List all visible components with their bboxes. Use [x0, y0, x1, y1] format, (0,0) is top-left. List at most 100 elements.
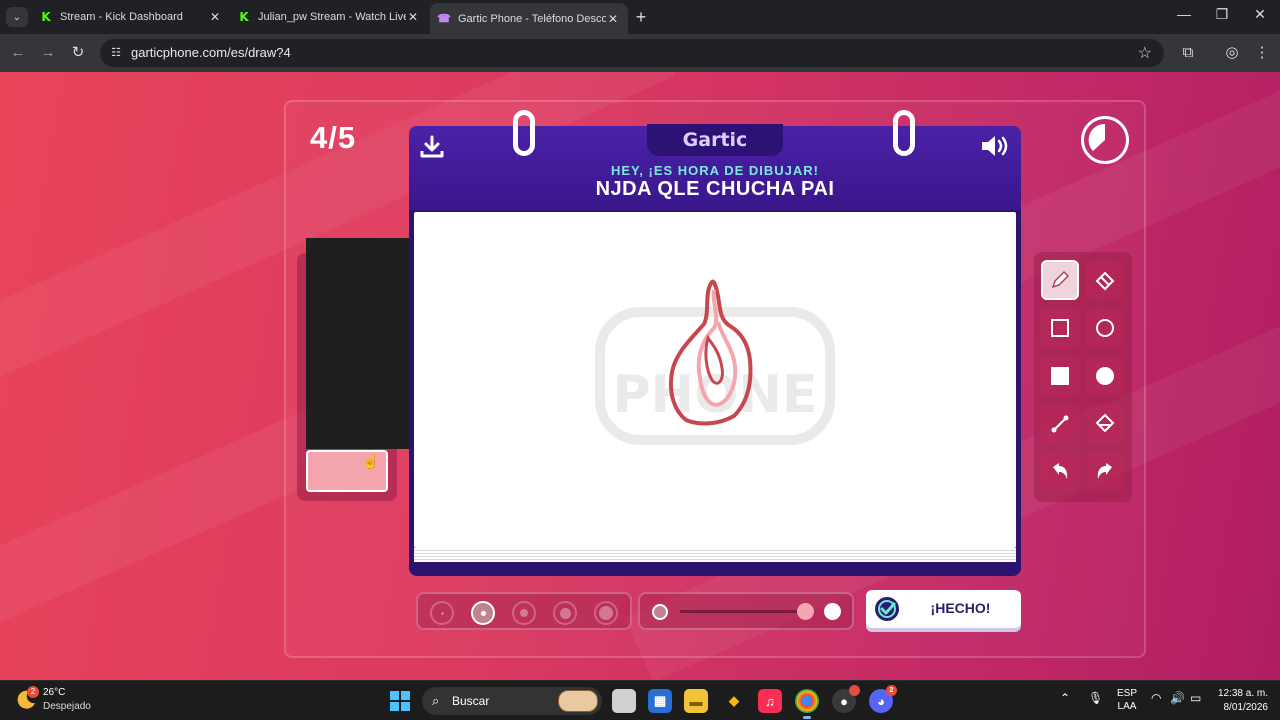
line-tool[interactable]	[1041, 404, 1079, 444]
music-icon[interactable]: ♫	[758, 689, 782, 713]
undo-tool[interactable]	[1041, 452, 1079, 492]
battery-icon[interactable]: ▭	[1190, 691, 1201, 705]
tray-overflow-icon[interactable]: ⌃	[1060, 691, 1070, 705]
redo-tool[interactable]	[1086, 452, 1124, 492]
close-icon[interactable]: ✕	[606, 12, 620, 26]
paper-stack	[414, 548, 1016, 562]
pencil-icon	[1051, 270, 1070, 289]
weather-badge: 2	[27, 686, 39, 698]
profile-icon[interactable]: ◎	[1222, 43, 1242, 63]
address-bar[interactable]: ☷ garticphone.com/es/draw?4 ☆	[100, 39, 1164, 67]
lang-primary: ESP	[1117, 688, 1138, 699]
tab-kick-dashboard[interactable]: K Stream - Kick Dashboard ✕	[32, 3, 230, 31]
wifi-icon[interactable]: ◠	[1151, 691, 1161, 705]
circle-outline-icon	[1096, 319, 1114, 337]
opacity-min-indicator	[652, 604, 668, 620]
done-label: ¡HECHO!	[930, 600, 991, 616]
eraser-tool[interactable]	[1086, 260, 1124, 300]
volume-icon[interactable]: 🔊	[1170, 691, 1185, 705]
pencil-tool[interactable]	[1041, 260, 1079, 300]
binder-ring	[513, 110, 535, 156]
opacity-slider[interactable]	[638, 592, 854, 630]
browser-toolbar: ← → ↻ ☷ garticphone.com/es/draw?4 ☆ ⧉ ◎ …	[0, 34, 1280, 72]
gartic-page: 4/5 ☝ Gartic HEY, ¡ES HORA DE DIBUJAR! N…	[0, 72, 1280, 680]
brush-size-2[interactable]	[471, 601, 495, 625]
gartic-logo: Gartic	[647, 124, 783, 156]
brush-size-4[interactable]	[553, 601, 577, 625]
ellipse-tool[interactable]	[1086, 308, 1124, 348]
microphone-icon[interactable]: 🎙	[1088, 691, 1103, 705]
svg-text:PHONE: PHONE	[613, 365, 818, 425]
draw-prompt: NJDA QLE CHUCHA PAI	[595, 178, 835, 200]
minimize-icon[interactable]: —	[1164, 6, 1204, 22]
check-badge-icon	[875, 597, 899, 621]
eraser-icon	[1095, 271, 1115, 291]
canvas-drawing: PHONE	[595, 279, 835, 445]
brush-size-3[interactable]	[512, 601, 536, 625]
forward-icon[interactable]: →	[38, 43, 58, 63]
line-icon	[1051, 415, 1069, 433]
windows-start-icon[interactable]	[390, 691, 410, 711]
brush-size-5[interactable]	[594, 601, 618, 625]
system-clock[interactable]: 12:38 a. m. 8/01/2026	[1212, 687, 1268, 715]
rectangle-tool[interactable]	[1041, 308, 1079, 348]
restore-icon[interactable]: ❐	[1202, 6, 1242, 23]
binance-icon[interactable]: ◆	[722, 689, 746, 713]
brush-size-selector	[416, 592, 632, 630]
notification-badge	[849, 685, 860, 696]
site-info-icon[interactable]: ☷	[108, 45, 124, 61]
menu-dots-icon[interactable]: ⋮	[1252, 43, 1272, 63]
url-text: garticphone.com/es/draw?4	[131, 45, 291, 60]
file-explorer-icon[interactable]: ▬	[684, 689, 708, 713]
drawing-board: Gartic HEY, ¡ES HORA DE DIBUJAR! NJDA QL…	[409, 110, 1021, 576]
chrome-icon[interactable]	[795, 689, 819, 719]
kick-icon: K	[41, 10, 51, 24]
back-icon[interactable]: ←	[8, 43, 28, 63]
clock-date: 8/01/2026	[1223, 702, 1269, 713]
new-tab-button[interactable]: +	[632, 8, 650, 26]
download-icon[interactable]	[419, 134, 445, 160]
brush-size-1[interactable]	[430, 601, 454, 625]
extensions-icon[interactable]: ⧉	[1178, 43, 1198, 63]
done-button[interactable]: ¡HECHO!	[866, 590, 1021, 628]
kick-icon: K	[239, 10, 249, 24]
binder-ring	[893, 110, 915, 156]
rectangle-outline-icon	[1051, 319, 1069, 337]
opacity-track[interactable]	[680, 610, 806, 613]
undo-icon	[1053, 463, 1068, 479]
weather-desc[interactable]: Despejado	[43, 701, 91, 712]
filled-rectangle-tool[interactable]	[1041, 356, 1079, 396]
close-icon[interactable]: ✕	[406, 10, 420, 24]
lang-secondary: LAA	[1117, 701, 1137, 712]
taskbar-search[interactable]: ⌕ Buscar	[422, 687, 602, 715]
discord-badge: 2	[886, 685, 897, 696]
language-indicator[interactable]: ESP LAA	[1117, 687, 1137, 713]
opacity-knob[interactable]	[797, 603, 814, 620]
tab-julian-stream[interactable]: K Julian_pw Stream - Watch Live o ✕	[230, 3, 428, 31]
tab-bar: ⌄ K Stream - Kick Dashboard ✕ K Julian_p…	[0, 0, 1280, 34]
opacity-max-indicator	[824, 603, 841, 620]
reload-icon[interactable]: ↻	[68, 43, 88, 63]
timer-icon	[1081, 116, 1129, 164]
weather-temp[interactable]: 26°C	[43, 687, 65, 698]
fill-bucket-tool[interactable]	[1086, 404, 1124, 444]
discord-icon[interactable]: ◕ 2	[869, 685, 897, 713]
tab-title: Stream - Kick Dashboard	[60, 11, 183, 23]
search-label: Buscar	[452, 694, 490, 708]
tab-search-button[interactable]: ⌄	[6, 7, 28, 27]
redo-icon	[1097, 463, 1112, 479]
task-view-icon[interactable]	[612, 689, 636, 713]
round-counter: 4/5	[310, 120, 357, 155]
clock-time: 12:38 a. m.	[1217, 688, 1268, 699]
tab-title: Julian_pw Stream - Watch Live o	[258, 11, 406, 23]
store-icon[interactable]: ▦	[648, 689, 672, 713]
drawing-canvas[interactable]: PHONE	[414, 212, 1016, 548]
circle-filled-icon	[1096, 367, 1114, 385]
close-icon[interactable]: ✕	[208, 10, 222, 24]
sound-icon[interactable]	[979, 132, 1011, 160]
tab-gartic-phone[interactable]: ☎ Gartic Phone - Teléfono Descon ✕	[430, 3, 628, 34]
recorder-icon[interactable]: ●	[832, 685, 860, 713]
bookmark-star-icon[interactable]: ☆	[1138, 43, 1152, 63]
close-window-icon[interactable]: ✕	[1240, 6, 1280, 23]
filled-ellipse-tool[interactable]	[1086, 356, 1124, 396]
